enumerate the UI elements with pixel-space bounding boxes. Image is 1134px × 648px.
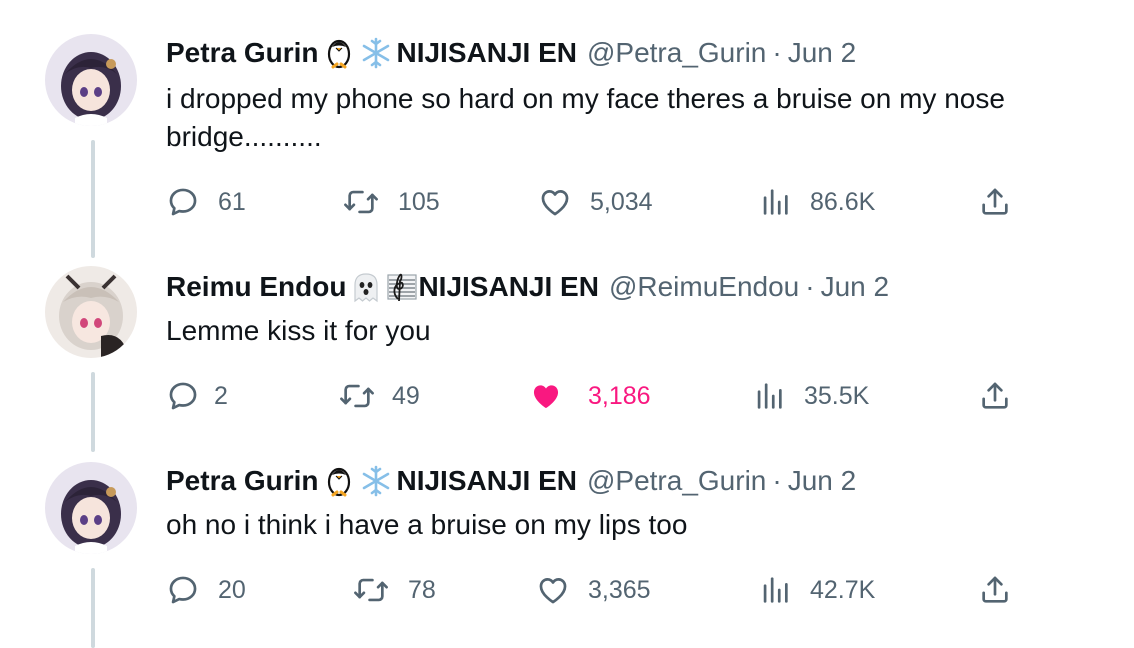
tweet-text: i dropped my phone so hard on my face th… <box>166 83 1005 152</box>
like-count: 5,034 <box>590 187 653 216</box>
reply-icon <box>169 188 197 216</box>
views-button[interactable]: 86.6K <box>758 182 875 222</box>
tweet-date[interactable]: Jun 2 <box>788 465 857 497</box>
views-count: 35.5K <box>804 381 870 410</box>
display-name-suffix[interactable]: NIJISANJI EN <box>418 271 599 303</box>
user-handle[interactable]: @Petra_Gurin <box>587 37 766 69</box>
display-name[interactable]: Petra Gurin <box>166 465 318 497</box>
ghost-icon <box>352 271 380 303</box>
repost-count: 49 <box>392 381 420 410</box>
like-count: 3,365 <box>588 575 651 604</box>
analytics-icon <box>763 189 788 215</box>
display-name[interactable]: Petra Gurin <box>166 37 318 69</box>
like-button[interactable]: 5,034 <box>538 182 653 222</box>
like-button[interactable]: 3,186 <box>528 376 651 416</box>
penguin-icon <box>324 37 354 69</box>
user-handle[interactable]: @ReimuEndou <box>609 271 799 303</box>
avatar[interactable] <box>45 266 137 358</box>
share-button[interactable] <box>978 182 1012 222</box>
reply-count: 20 <box>218 575 246 604</box>
repost-button[interactable]: 105 <box>342 182 440 222</box>
share-button[interactable] <box>978 376 1012 416</box>
musical-score-icon <box>386 271 418 303</box>
avatar-image <box>45 34 137 126</box>
tweet-header: Reimu Endou NIJISANJI EN @ReimuEndou · J… <box>166 270 889 304</box>
tweet-header: Petra Gurin NIJISANJI EN @Petra_Gurin · <box>166 36 856 70</box>
penguin-icon <box>324 465 354 497</box>
views-count: 42.7K <box>810 575 876 604</box>
share-icon <box>982 576 1008 603</box>
tweet-date[interactable]: Jun 2 <box>821 271 890 303</box>
share-icon <box>982 382 1008 409</box>
views-button[interactable]: 35.5K <box>752 376 869 416</box>
separator-dot: · <box>805 271 815 302</box>
avatar[interactable] <box>45 462 137 554</box>
share-icon <box>982 188 1008 215</box>
tweet-actions: 20 78 3,365 42.7K <box>0 570 1134 610</box>
heart-filled-icon <box>533 385 559 409</box>
repost-count: 78 <box>408 575 436 604</box>
reply-button[interactable]: 61 <box>166 182 246 222</box>
avatar-image <box>45 462 137 554</box>
reply-count: 61 <box>218 187 246 216</box>
repost-icon <box>340 384 374 408</box>
analytics-icon <box>757 383 782 409</box>
separator-dot: · <box>772 37 782 68</box>
repost-icon <box>344 190 378 214</box>
reply-button[interactable]: 20 <box>166 570 246 610</box>
like-button[interactable]: 3,365 <box>536 570 651 610</box>
snowflake-icon <box>360 37 392 69</box>
avatar-image <box>45 266 137 358</box>
display-name[interactable]: Reimu Endou <box>166 271 346 303</box>
heart-icon <box>539 578 567 604</box>
like-count: 3,186 <box>588 381 651 410</box>
tweet-actions: 2 49 3,186 35.5K <box>0 376 1134 416</box>
tweet-date[interactable]: Jun 2 <box>788 37 857 69</box>
reply-icon <box>169 576 197 604</box>
reply-button[interactable]: 2 <box>166 376 228 416</box>
analytics-icon <box>763 577 788 603</box>
reply-icon <box>169 382 197 410</box>
heart-icon <box>541 190 569 216</box>
snowflake-icon <box>360 465 392 497</box>
tweet-text: oh no i think i have a bruise on my lips… <box>166 509 688 540</box>
repost-button[interactable]: 78 <box>352 570 436 610</box>
tweet-text: Lemme kiss it for you <box>166 315 431 346</box>
reply-count: 2 <box>214 381 228 410</box>
display-name-suffix[interactable]: NIJISANJI EN <box>396 465 577 497</box>
tweet-actions: 61 105 5,034 86.6K <box>0 182 1134 222</box>
share-button[interactable] <box>978 570 1012 610</box>
views-count: 86.6K <box>810 187 876 216</box>
views-button[interactable]: 42.7K <box>758 570 875 610</box>
avatar[interactable] <box>45 34 137 126</box>
separator-dot: · <box>772 465 782 496</box>
repost-button[interactable]: 49 <box>338 376 420 416</box>
tweet-header: Petra Gurin NIJISANJI EN @Petra_Gurin · <box>166 464 856 498</box>
repost-icon <box>354 578 388 602</box>
repost-count: 105 <box>398 187 440 216</box>
user-handle[interactable]: @Petra_Gurin <box>587 465 766 497</box>
display-name-suffix[interactable]: NIJISANJI EN <box>396 37 577 69</box>
